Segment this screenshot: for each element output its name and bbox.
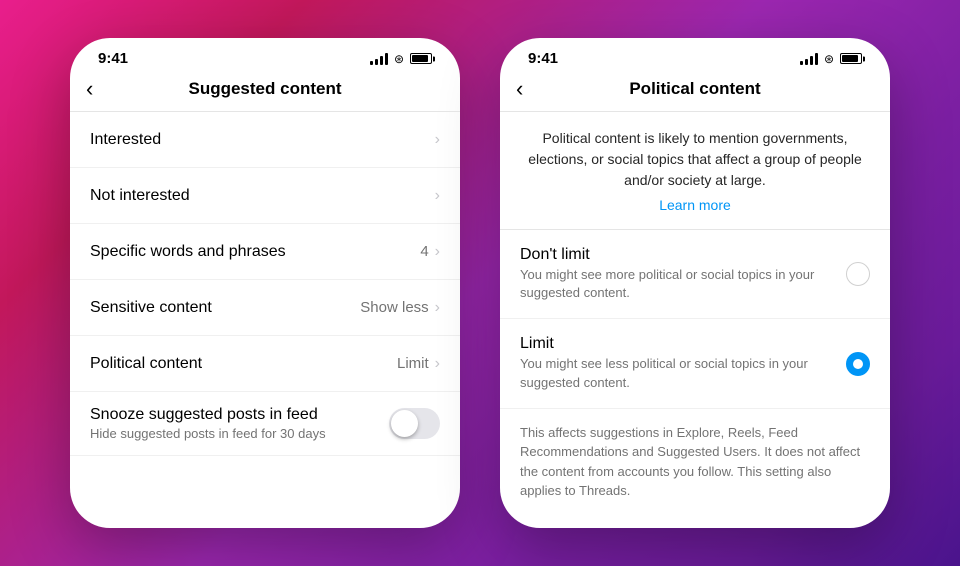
- snooze-subtitle: Hide suggested posts in feed for 30 days: [90, 426, 389, 441]
- sensitive-value: Show less: [360, 299, 428, 316]
- toggle-knob: [391, 410, 418, 437]
- radio-inner: [853, 359, 863, 369]
- status-time-2: 9:41: [528, 50, 558, 67]
- sensitive-label: Sensitive content: [90, 299, 212, 317]
- menu-list-1: Interested › Not interested › Specific w…: [70, 112, 460, 528]
- screen1-header: ‹ Suggested content: [70, 71, 460, 112]
- political-label: Political content: [90, 355, 202, 373]
- screen1-title: Suggested content: [188, 79, 341, 99]
- status-icons-2: ⊛: [800, 52, 862, 66]
- notice-text: This affects suggestions in Explore, Ree…: [500, 409, 890, 515]
- screen2-header: ‹ Political content: [500, 71, 890, 112]
- wifi-icon: ⊛: [394, 52, 404, 66]
- description-box: Political content is likely to mention g…: [500, 112, 890, 230]
- back-button-2[interactable]: ‹: [516, 76, 523, 102]
- menu-item-snooze[interactable]: Snooze suggested posts in feed Hide sugg…: [70, 392, 460, 456]
- dont-limit-sublabel: You might see more political or social t…: [520, 266, 830, 302]
- snooze-label: Snooze suggested posts in feed: [90, 406, 389, 424]
- words-phrases-label: Specific words and phrases: [90, 243, 286, 261]
- battery-icon: [410, 53, 432, 64]
- signal-icon: [370, 53, 388, 65]
- menu-item-not-interested[interactable]: Not interested ›: [70, 168, 460, 224]
- chevron-icon-sensitive: ›: [435, 299, 440, 317]
- political-value: Limit: [397, 355, 429, 372]
- limit-label: Limit: [520, 335, 830, 353]
- status-time-1: 9:41: [98, 50, 128, 67]
- wifi-icon-2: ⊛: [824, 52, 834, 66]
- status-bar-1: 9:41 ⊛: [70, 38, 460, 71]
- menu-item-words-phrases[interactable]: Specific words and phrases 4 ›: [70, 224, 460, 280]
- dont-limit-radio[interactable]: [846, 262, 870, 286]
- signal-icon-2: [800, 53, 818, 65]
- phone-1: 9:41 ⊛ ‹ Suggested content Interested ›: [70, 38, 460, 528]
- status-icons-1: ⊛: [370, 52, 432, 66]
- option-limit[interactable]: Limit You might see less political or so…: [500, 319, 890, 408]
- description-text: Political content is likely to mention g…: [520, 128, 870, 191]
- snooze-toggle[interactable]: [389, 408, 440, 439]
- phone-2: 9:41 ⊛ ‹ Political content Political con…: [500, 38, 890, 528]
- limit-sublabel: You might see less political or social t…: [520, 355, 830, 391]
- option-dont-limit[interactable]: Don't limit You might see more political…: [500, 230, 890, 319]
- battery-icon-2: [840, 53, 862, 64]
- words-phrases-value: 4: [420, 243, 428, 260]
- interested-label: Interested: [90, 131, 161, 149]
- back-button-1[interactable]: ‹: [86, 76, 93, 102]
- learn-more-link[interactable]: Learn more: [520, 197, 870, 213]
- chevron-icon-political: ›: [435, 355, 440, 373]
- chevron-icon-not-interested: ›: [435, 187, 440, 205]
- chevron-icon-interested: ›: [435, 131, 440, 149]
- screen2-title: Political content: [629, 79, 760, 99]
- not-interested-label: Not interested: [90, 187, 190, 205]
- menu-item-political[interactable]: Political content Limit ›: [70, 336, 460, 392]
- limit-radio[interactable]: [846, 352, 870, 376]
- dont-limit-label: Don't limit: [520, 246, 830, 264]
- status-bar-2: 9:41 ⊛: [500, 38, 890, 71]
- chevron-icon-words: ›: [435, 243, 440, 261]
- menu-item-interested[interactable]: Interested ›: [70, 112, 460, 168]
- menu-item-sensitive[interactable]: Sensitive content Show less ›: [70, 280, 460, 336]
